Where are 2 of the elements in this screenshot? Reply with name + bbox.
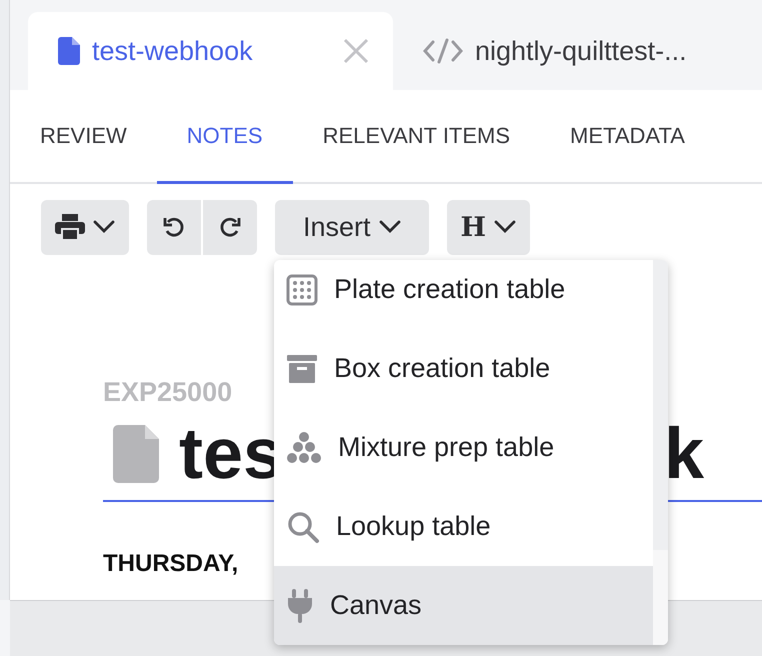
date-heading: THURSDAY,: [103, 550, 240, 578]
experiment-id: EXP25000: [103, 377, 234, 408]
